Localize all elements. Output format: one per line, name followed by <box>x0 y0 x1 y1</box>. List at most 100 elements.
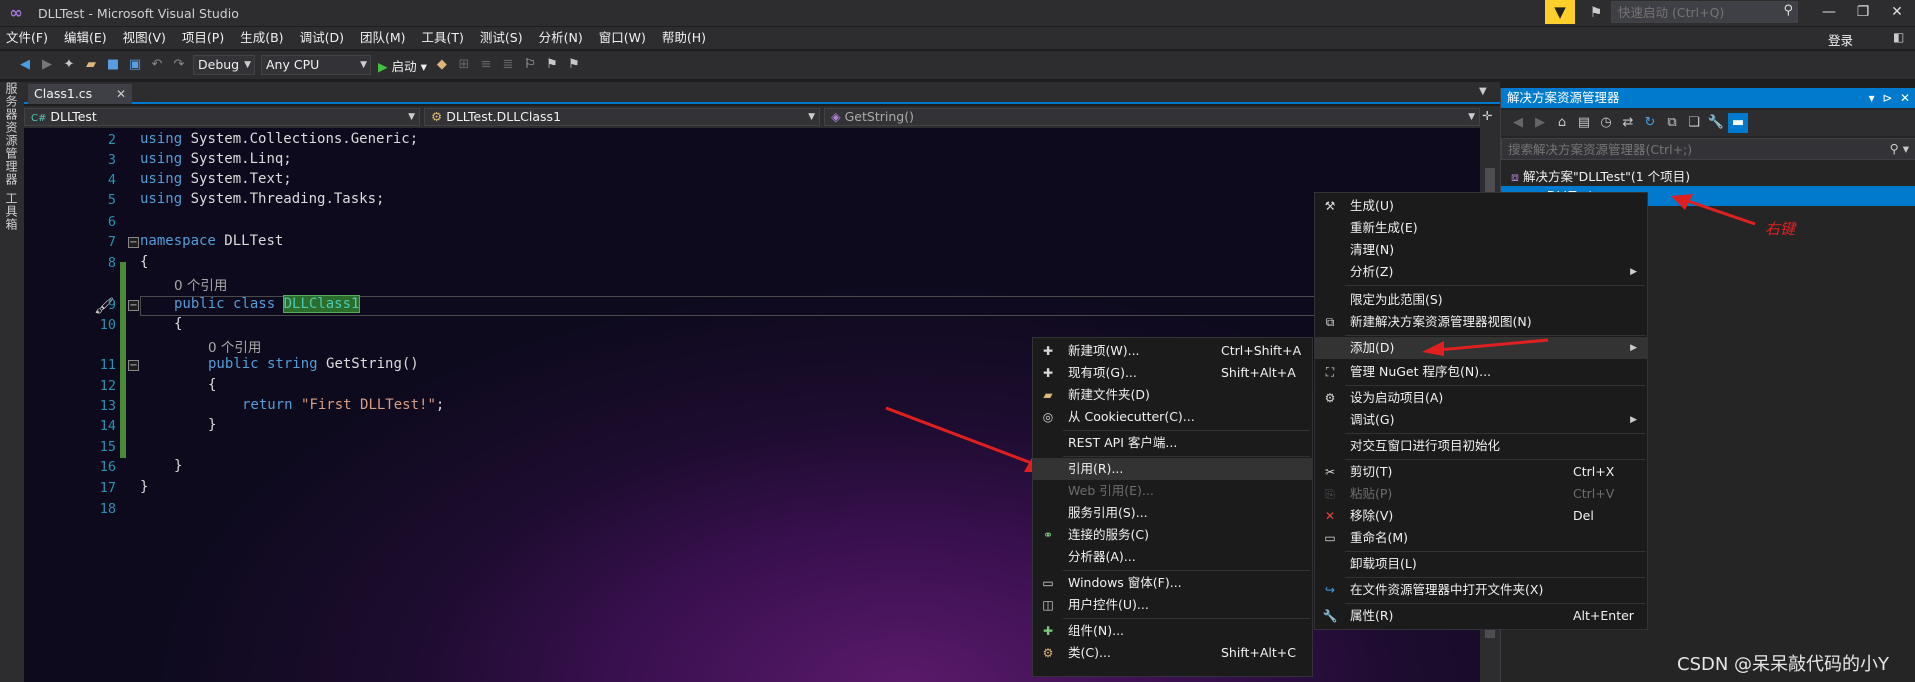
toolbox-tab[interactable]: 工具箱 <box>3 192 20 231</box>
save-all-icon[interactable]: ▣ <box>125 55 145 75</box>
menu-item-remove[interactable]: ✕ 移除(V) Del <box>1315 505 1647 527</box>
menu-item-existing-item[interactable]: ✚ 现有项(G)... Shift+Alt+A <box>1033 362 1312 384</box>
menu-item-rest-api-client[interactable]: REST API 客户端... <box>1033 432 1312 454</box>
search-icon[interactable]: ⚲ <box>1783 3 1793 18</box>
split-editor-icon[interactable]: ✛ <box>1482 108 1492 123</box>
menu-window[interactable]: 窗口(W) <box>599 27 646 49</box>
menu-item-component[interactable]: ✚ 组件(N)... <box>1033 620 1312 642</box>
menu-tools[interactable]: 工具(T) <box>422 27 464 49</box>
codelens-references[interactable]: 0 个引用 <box>208 336 261 356</box>
menu-view[interactable]: 视图(V) <box>123 27 166 49</box>
notification-icon[interactable]: ⚑ <box>1585 2 1607 24</box>
redo-icon[interactable]: ↷ <box>169 55 189 75</box>
browser-link-icon[interactable]: ◆ <box>432 55 452 75</box>
pending-changes-icon[interactable]: ◷ <box>1596 113 1616 133</box>
menu-team[interactable]: 团队(M) <box>360 27 406 49</box>
fold-toggle-icon[interactable]: − <box>128 300 139 311</box>
close-window-button[interactable]: ✕ <box>1880 0 1914 24</box>
panel-window-buttons[interactable]: ▾ ⊳ ✕ <box>1869 88 1910 108</box>
menu-help[interactable]: 帮助(H) <box>662 27 706 49</box>
menu-item-service-reference[interactable]: 服务引用(S)... <box>1033 502 1312 524</box>
uncomment-icon[interactable]: ≣ <box>498 55 518 75</box>
menu-item-unload-project[interactable]: 卸载项目(L) <box>1315 553 1647 575</box>
prev-bookmark-icon[interactable]: ⚑ <box>542 55 562 75</box>
menu-item-new-item[interactable]: ✚ 新建项(W)... Ctrl+Shift+A <box>1033 340 1312 362</box>
step-icon[interactable]: ⊞ <box>454 55 474 75</box>
forward-icon[interactable]: ▶ <box>1530 113 1550 133</box>
solution-node[interactable]: ⧈ 解决方案"DLLTest"(1 个项目) <box>1511 166 1690 185</box>
menu-edit[interactable]: 编辑(E) <box>64 27 107 49</box>
menu-item-cut[interactable]: ✂ 剪切(T) Ctrl+X <box>1315 461 1647 483</box>
quick-launch-box[interactable]: ⚲ <box>1611 1 1798 23</box>
show-all-files-icon[interactable]: ❏ <box>1684 113 1704 133</box>
menu-item-windows-form[interactable]: ▭ Windows 窗体(F)... <box>1033 572 1312 594</box>
user-feedback-icon[interactable]: ◧ <box>1893 30 1904 44</box>
fold-toggle-icon[interactable]: − <box>128 237 139 248</box>
preview-icon[interactable]: ▬ <box>1728 113 1748 133</box>
properties-wrench-icon[interactable]: 🔧 <box>1706 113 1726 133</box>
menu-item-scope-to-this[interactable]: 限定为此范围(S) <box>1315 289 1647 311</box>
menu-test[interactable]: 测试(S) <box>480 27 523 49</box>
menu-item-rebuild[interactable]: 重新生成(E) <box>1315 217 1647 239</box>
navigate-back-icon[interactable]: ◀ <box>15 55 35 75</box>
menu-item-debug[interactable]: 调试(G) ▶ <box>1315 409 1647 431</box>
menu-item-clean[interactable]: 清理(N) <box>1315 239 1647 261</box>
new-project-icon[interactable]: ✦ <box>59 55 79 75</box>
solution-explorer-search[interactable]: ⚲ ▾ <box>1501 138 1915 160</box>
member-dropdown[interactable]: ◈ GetString() ▼ <box>824 108 1480 126</box>
bookmark-icon[interactable]: ⚐ <box>520 55 540 75</box>
restore-button[interactable]: ❐ <box>1846 0 1880 24</box>
feedback-filter-icon[interactable]: ▼ <box>1545 0 1575 24</box>
menu-item-set-startup[interactable]: ⚙ 设为启动项目(A) <box>1315 387 1647 409</box>
navigate-forward-icon[interactable]: ▶ <box>37 55 57 75</box>
menu-item-new-folder[interactable]: ▰ 新建文件夹(D) <box>1033 384 1312 406</box>
menu-debug[interactable]: 调试(D) <box>300 27 344 49</box>
project-dropdown[interactable]: C# DLLTest ▼ <box>24 108 420 126</box>
menu-item-reference[interactable]: 引用(R)... <box>1033 458 1312 480</box>
back-icon[interactable]: ◀ <box>1508 113 1528 133</box>
menu-item-analyze[interactable]: 分析(Z) ▶ <box>1315 261 1647 283</box>
start-button[interactable]: ▶ 启动 ▾ <box>378 56 427 75</box>
home-icon[interactable]: ⌂ <box>1552 113 1572 133</box>
solution-search-input[interactable] <box>1502 139 1882 159</box>
search-icon[interactable]: ⚲ ▾ <box>1890 141 1909 156</box>
fold-toggle-icon[interactable]: − <box>128 360 139 371</box>
close-icon[interactable]: ✕ <box>116 84 126 104</box>
tab-class1-cs[interactable]: Class1.cs ✕ <box>28 84 132 104</box>
undo-icon[interactable]: ↶ <box>147 55 167 75</box>
menu-item-class[interactable]: ⚙ 类(C)... Shift+Alt+C <box>1033 642 1312 664</box>
menu-item-analyzer[interactable]: 分析器(A)... <box>1033 546 1312 568</box>
quick-launch-input[interactable] <box>1612 2 1772 22</box>
menu-analyze[interactable]: 分析(N) <box>539 27 583 49</box>
menu-item-rename[interactable]: ▭ 重命名(M) <box>1315 527 1647 549</box>
open-file-icon[interactable]: ▰ <box>81 55 101 75</box>
save-icon[interactable]: ■ <box>103 55 123 75</box>
configuration-select[interactable]: Debug ▼ <box>193 55 255 75</box>
menu-item-manage-nuget[interactable]: ⛶ 管理 NuGet 程序包(N)... <box>1315 361 1647 383</box>
switch-views-icon[interactable]: ▤ <box>1574 113 1594 133</box>
refresh-icon[interactable]: ↻ <box>1640 113 1660 133</box>
menu-file[interactable]: 文件(F) <box>6 27 48 49</box>
menu-item-user-control[interactable]: ◫ 用户控件(U)... <box>1033 594 1312 616</box>
sign-in-link[interactable]: 登录 <box>1828 30 1853 49</box>
next-bookmark-icon[interactable]: ⚑ <box>564 55 584 75</box>
menu-item-build[interactable]: ⚒ 生成(U) <box>1315 195 1647 217</box>
menu-project[interactable]: 项目(P) <box>182 27 224 49</box>
menu-item-init-interactive[interactable]: 对交互窗口进行项目初始化 <box>1315 435 1647 457</box>
comment-icon[interactable]: ≡ <box>476 55 496 75</box>
menu-item-connected-service[interactable]: ⚭ 连接的服务(C) <box>1033 524 1312 546</box>
menu-item-cookiecutter[interactable]: ◎ 从 Cookiecutter(C)... <box>1033 406 1312 428</box>
type-dropdown[interactable]: ⚙ DLLTest.DLLClass1 ▼ <box>424 108 820 126</box>
sync-icon[interactable]: ⇄ <box>1618 113 1638 133</box>
menu-item-new-solution-view[interactable]: ⧉ 新建解决方案资源管理器视图(N) <box>1315 311 1647 333</box>
menu-item-properties[interactable]: 🔧 属性(R) Alt+Enter <box>1315 605 1647 627</box>
tab-overflow-chevron-icon[interactable]: ▼ <box>1479 86 1487 97</box>
menu-build[interactable]: 生成(B) <box>240 27 283 49</box>
server-explorer-tab[interactable]: 服务器资源管理器 <box>3 82 20 186</box>
codelens-references[interactable]: 0 个引用 <box>174 274 227 294</box>
collapse-all-icon[interactable]: ⧉ <box>1662 113 1682 133</box>
menu-item-open-in-explorer[interactable]: ↪ 在文件资源管理器中打开文件夹(X) <box>1315 579 1647 601</box>
class-name-highlight[interactable]: DLLClass1 <box>282 295 361 313</box>
platform-select[interactable]: Any CPU ▼ <box>261 55 371 75</box>
minimize-button[interactable]: — <box>1812 0 1846 24</box>
